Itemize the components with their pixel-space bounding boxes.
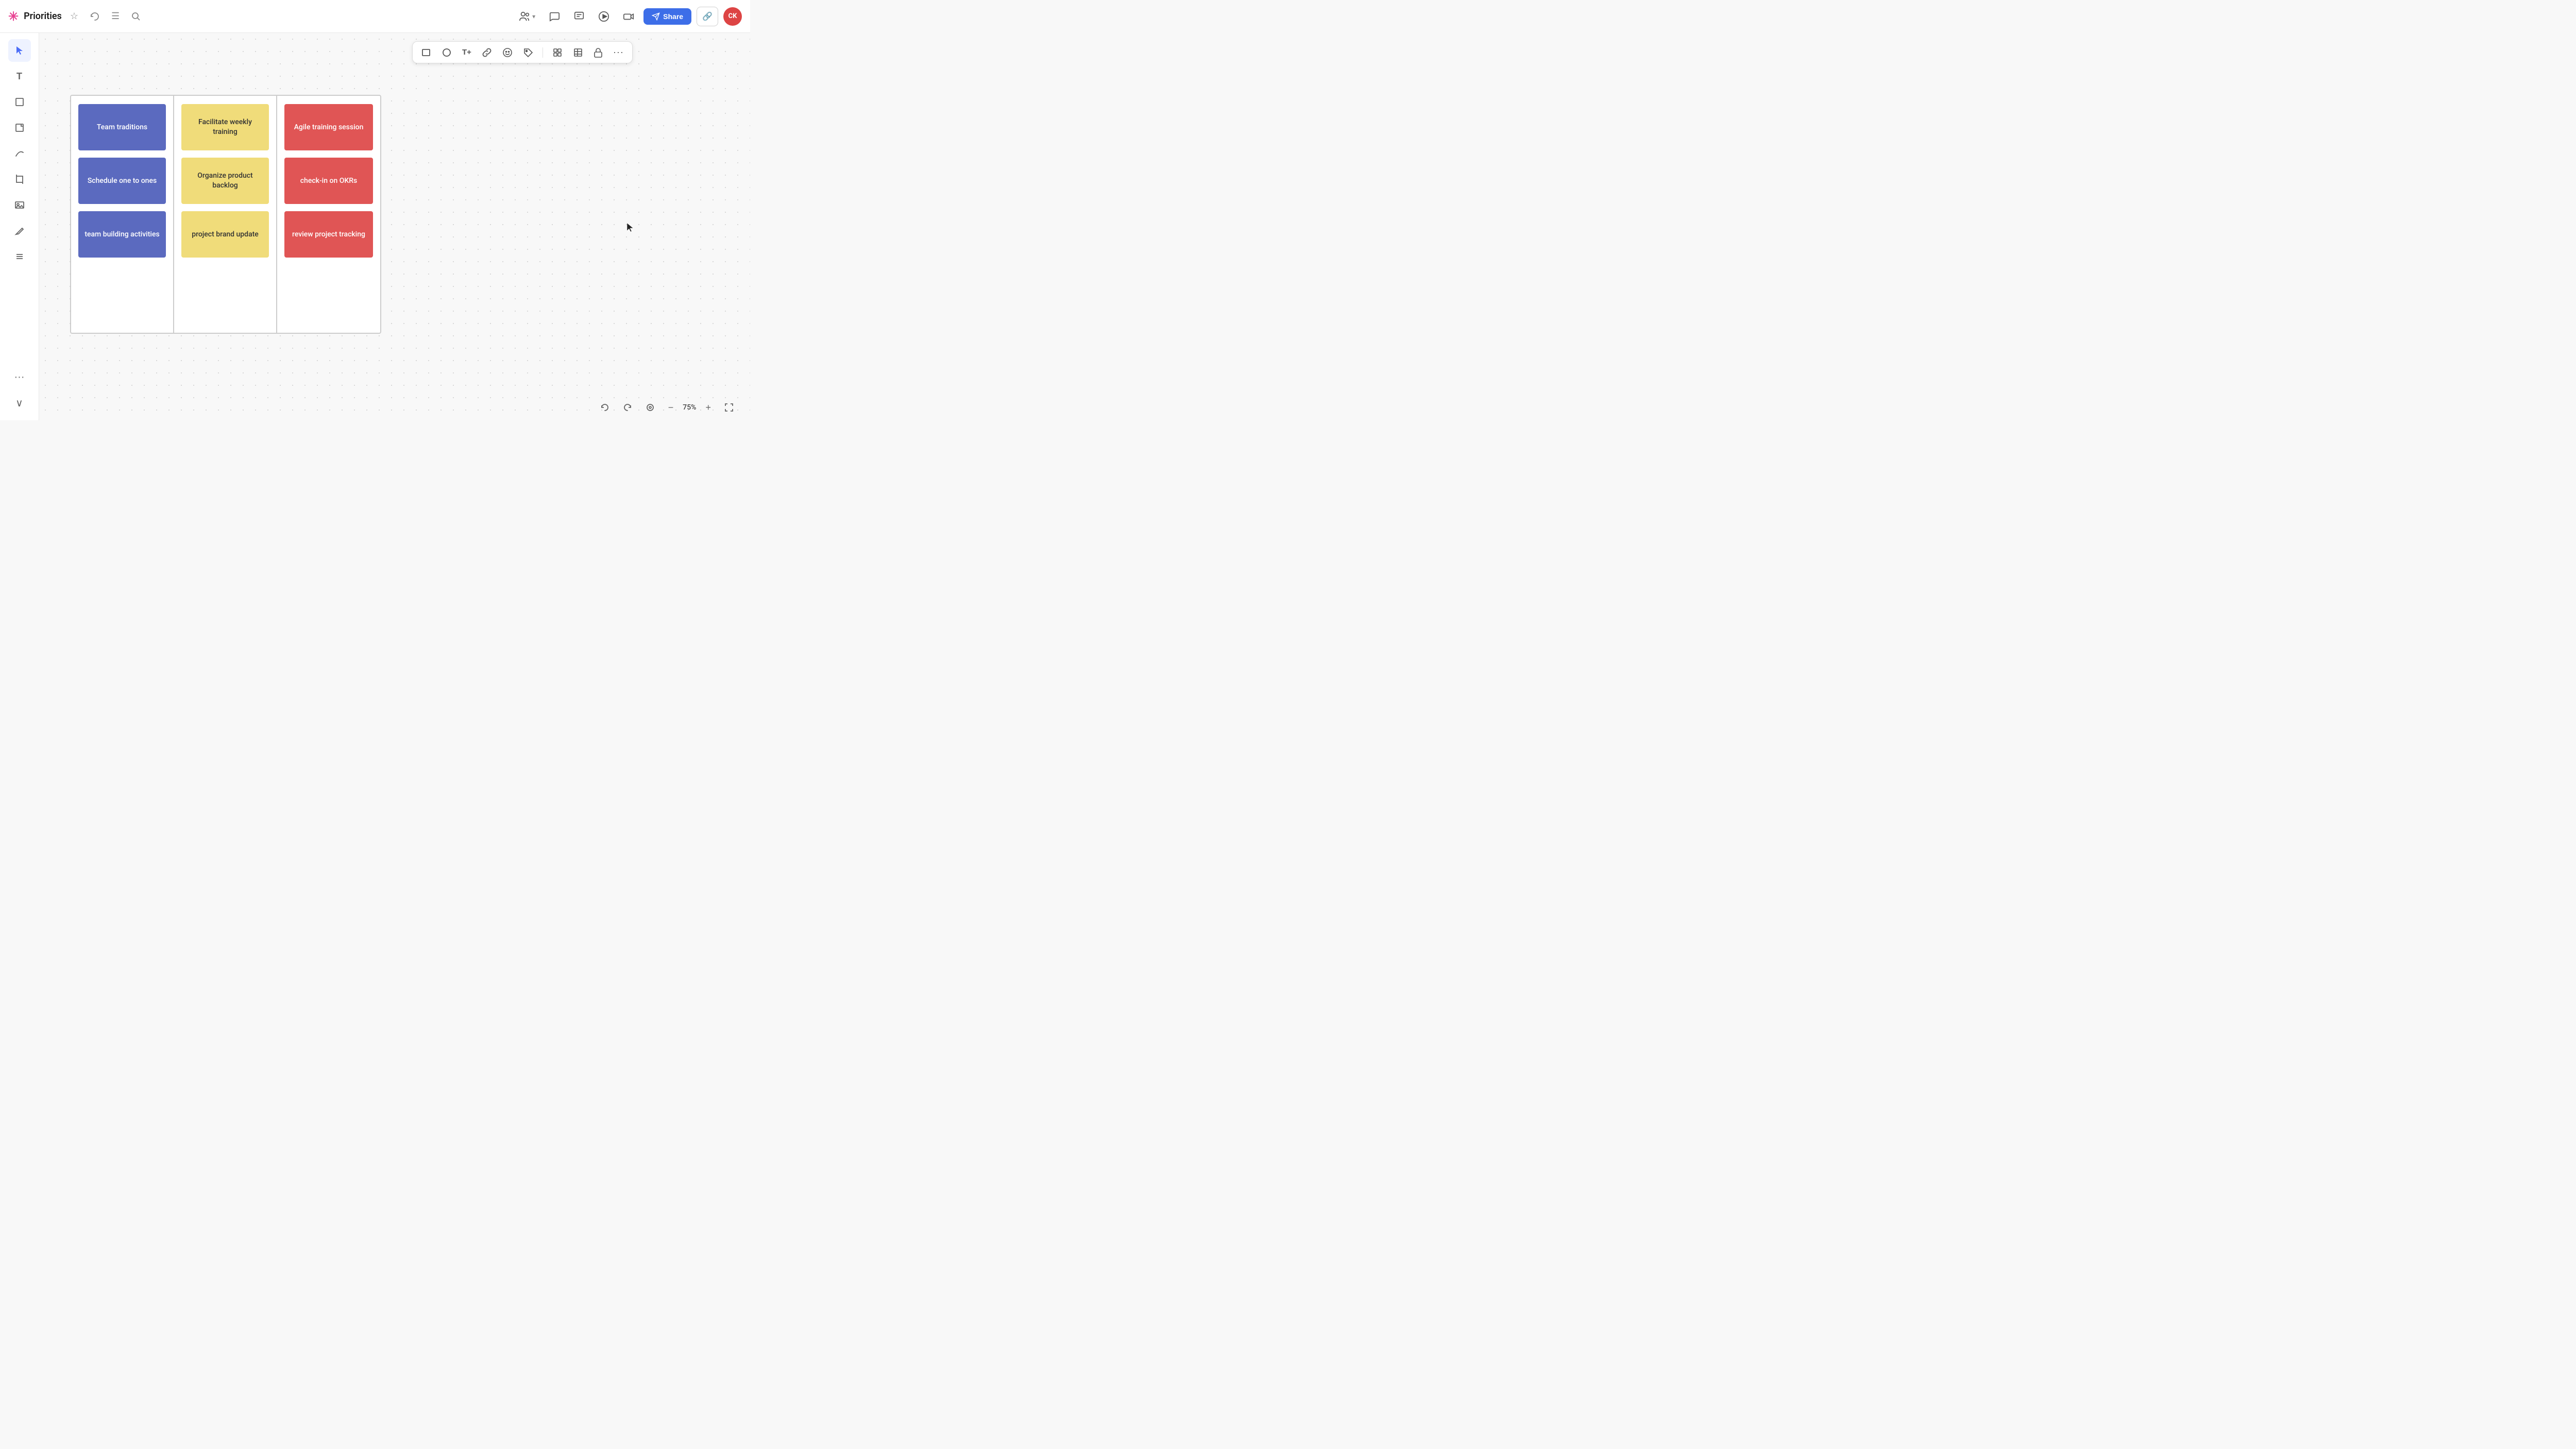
line-tool-button[interactable] <box>8 142 31 165</box>
sticky-tool-button[interactable] <box>8 116 31 139</box>
zoom-level: 75% <box>683 403 696 412</box>
fullscreen-button[interactable] <box>720 401 738 414</box>
crop-tool-button[interactable] <box>8 168 31 191</box>
note-schedule-one-to-ones[interactable]: Schedule one to ones <box>78 158 166 204</box>
page-title: Priorities <box>24 11 62 22</box>
history-button[interactable] <box>87 9 103 24</box>
team-button[interactable]: ▾ <box>515 9 539 24</box>
emoji-button[interactable] <box>501 46 514 59</box>
tag-button[interactable] <box>522 46 534 59</box>
lock-button[interactable] <box>592 46 604 59</box>
menu-button[interactable]: ☰ <box>108 9 123 24</box>
star-button[interactable]: ☆ <box>67 9 81 24</box>
note-facilitate-training[interactable]: Facilitate weekly training <box>181 104 269 150</box>
text-plus-button[interactable]: T+ <box>461 47 472 58</box>
grid-view-button[interactable] <box>551 46 564 59</box>
avatar: CK <box>723 7 742 26</box>
board-column-3: Agile training session check-in on OKRs … <box>277 96 380 333</box>
floating-toolbar: T+ <box>412 41 633 63</box>
more-options-button[interactable]: ··· <box>612 46 625 59</box>
kanban-board: Team traditions Schedule one to ones tea… <box>70 95 381 334</box>
note-organize-backlog[interactable]: Organize product backlog <box>181 158 269 204</box>
zoom-in-button[interactable]: + <box>701 400 715 415</box>
more-tools-button[interactable]: ··· <box>8 366 31 388</box>
cursor <box>626 223 634 233</box>
board-column-2: Facilitate weekly training Organize prod… <box>174 96 277 333</box>
board-column-1: Team traditions Schedule one to ones tea… <box>71 96 174 333</box>
cursor-tool-button[interactable] <box>8 39 31 62</box>
collapse-sidebar-button[interactable]: ∨ <box>8 391 31 414</box>
note-check-in-okrs[interactable]: check-in on OKRs <box>284 158 373 204</box>
draw-tool-button[interactable] <box>8 219 31 242</box>
link-button[interactable] <box>481 46 493 59</box>
frame-tool-button[interactable] <box>8 91 31 113</box>
topbar: ✳ Priorities ☆ ☰ ▾ <box>0 0 750 33</box>
share-button[interactable]: Share <box>643 8 691 25</box>
comment-button[interactable] <box>569 9 589 24</box>
camera-button[interactable] <box>619 9 638 24</box>
note-project-brand[interactable]: project brand update <box>181 211 269 258</box>
text-tool-button[interactable]: T <box>8 65 31 88</box>
zoom-out-button[interactable]: − <box>664 400 678 415</box>
rect-tool-button[interactable] <box>420 46 432 59</box>
note-review-tracking[interactable]: review project tracking <box>284 211 373 258</box>
topbar-right: ▾ <box>515 7 742 26</box>
redo-button[interactable] <box>619 401 636 414</box>
note-agile-training[interactable]: Agile training session <box>284 104 373 150</box>
note-team-building[interactable]: team building activities <box>78 211 166 258</box>
topbar-left: ✳ Priorities ☆ ☰ <box>8 9 509 24</box>
logo-icon: ✳ <box>8 9 19 24</box>
chat-button[interactable] <box>545 9 564 24</box>
image-tool-button[interactable] <box>8 194 31 216</box>
search-button[interactable] <box>128 9 144 24</box>
center-view-button[interactable] <box>641 401 659 414</box>
undo-button[interactable] <box>596 401 614 414</box>
table-view-button[interactable] <box>572 46 584 59</box>
canvas[interactable]: Team traditions Schedule one to ones tea… <box>39 33 750 420</box>
note-team-traditions[interactable]: Team traditions <box>78 104 166 150</box>
left-sidebar: T <box>0 33 39 420</box>
list-tool-button[interactable] <box>8 245 31 268</box>
bottom-bar: − 75% + <box>39 395 750 420</box>
play-button[interactable] <box>594 9 614 24</box>
copy-link-button[interactable]: 🔗 <box>697 7 718 26</box>
circle-tool-button[interactable] <box>440 46 453 59</box>
